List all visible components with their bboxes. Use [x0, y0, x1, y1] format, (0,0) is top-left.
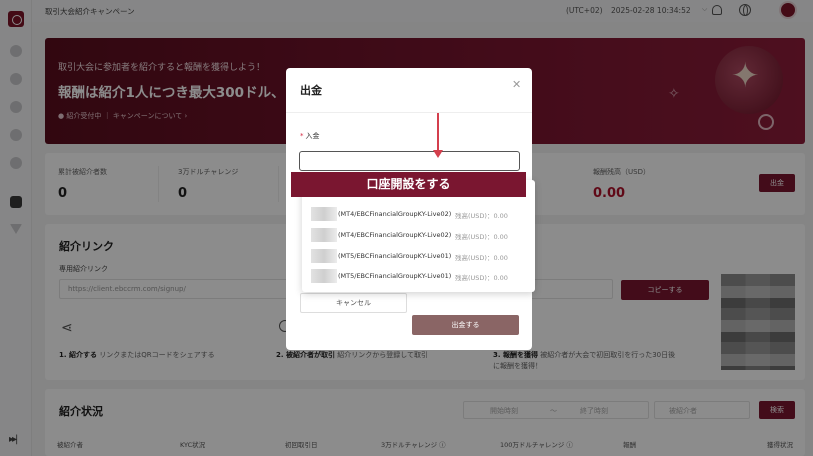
account-balance: 残高(USD)：0.00: [455, 254, 508, 262]
open-account-callout: 口座開設をする: [291, 172, 526, 197]
modal-title: 出金: [300, 84, 322, 97]
deposit-account-select[interactable]: [299, 151, 520, 171]
account-avatar: [311, 207, 337, 221]
account-option[interactable]: (MT5/EBCFinancialGroupKY-Live01) 残高(USD)…: [302, 246, 535, 266]
account-avatar: [311, 269, 337, 283]
field-label-text: 入金: [305, 132, 320, 140]
annotation-arrow-head: [433, 150, 443, 158]
account-name: (MT4/EBCFinancialGroupKY-Live02): [338, 231, 452, 239]
account-name: (MT5/EBCFinancialGroupKY-Live01): [338, 252, 452, 260]
divider: [286, 112, 532, 113]
account-avatar: [311, 249, 337, 263]
account-name: (MT4/EBCFinancialGroupKY-Live02): [338, 210, 452, 218]
required-mark: *: [300, 132, 304, 140]
withdraw-submit-button[interactable]: 出金する: [412, 315, 519, 335]
account-option[interactable]: (MT5/EBCFinancialGroupKY-Live01) 残高(USD)…: [302, 266, 535, 286]
account-option[interactable]: (MT4/EBCFinancialGroupKY-Live02) 残高(USD)…: [302, 225, 535, 245]
account-avatar: [311, 228, 337, 242]
account-balance: 残高(USD)：0.00: [455, 212, 508, 220]
account-name: (MT5/EBCFinancialGroupKY-Live01): [338, 272, 452, 280]
cancel-button[interactable]: キャンセル: [300, 293, 407, 313]
annotation-arrow: [437, 113, 439, 153]
account-option[interactable]: (MT4/EBCFinancialGroupKY-Live02) 残高(USD)…: [302, 204, 535, 224]
account-balance: 残高(USD)：0.00: [455, 233, 508, 241]
account-balance: 残高(USD)：0.00: [455, 274, 508, 282]
deposit-account-label: * 入金: [300, 131, 320, 141]
close-icon[interactable]: ✕: [512, 78, 521, 91]
